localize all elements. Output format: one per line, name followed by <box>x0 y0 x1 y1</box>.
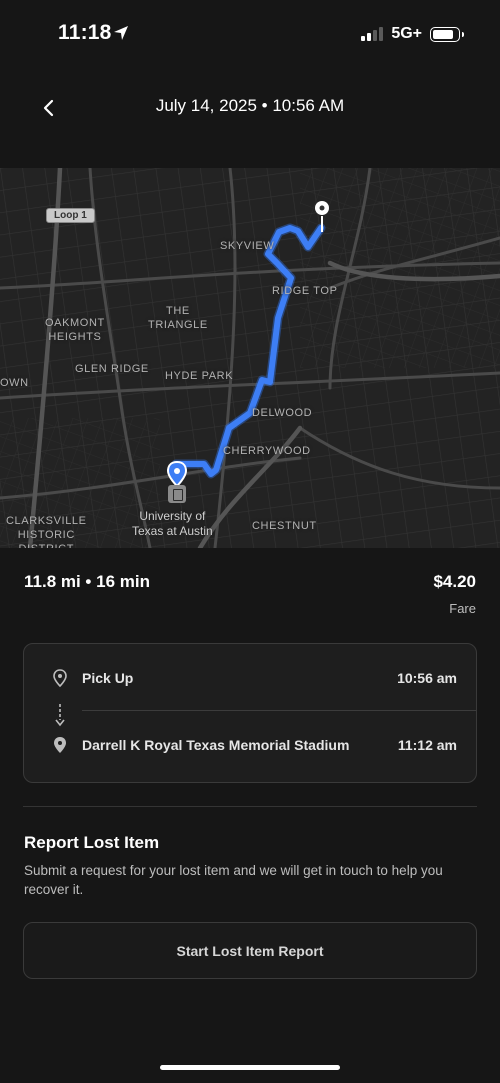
card-divider <box>82 710 476 711</box>
pickup-stop: Pick Up 10:56 am <box>24 661 476 695</box>
header: July 14, 2025 • 10:56 AM <box>0 88 500 128</box>
map-poi-university: University of Texas at Austin <box>132 509 213 538</box>
destination-pin-icon <box>54 737 66 753</box>
map-label-hydepark: HYDE PARK <box>165 370 234 382</box>
highway-badge: Loop 1 <box>46 208 95 223</box>
battery-icon <box>430 26 464 42</box>
fare-label: Fare <box>449 601 476 616</box>
route-map[interactable]: Loop 1 SKYVIEW RIDGE TOP OAKMONT HEIGHTS… <box>0 168 500 548</box>
route-connector-icon <box>55 704 65 727</box>
dropoff-time: 11:12 am <box>397 737 457 753</box>
trip-distance-duration: 11.8 mi • 16 min <box>24 572 150 591</box>
page-title: July 14, 2025 • 10:56 AM <box>155 96 345 115</box>
map-canvas <box>0 168 500 548</box>
status-bar: 11:18 5G+ <box>0 0 500 70</box>
map-label-chestnut: CHESTNUT <box>252 520 317 532</box>
fare-amount: $4.20 <box>433 572 476 591</box>
origin-pin-icon <box>53 669 67 688</box>
status-indicators: 5G+ <box>361 24 464 44</box>
map-label-glenridge: GLEN RIDGE <box>75 363 149 375</box>
map-label-own: OWN <box>0 377 29 389</box>
section-divider <box>23 806 477 807</box>
dropoff-stop: Darrell K Royal Texas Memorial Stadium 1… <box>24 728 476 762</box>
stadium-poi-icon <box>168 485 186 503</box>
start-lost-item-report-button[interactable]: Start Lost Item Report <box>23 922 477 979</box>
lost-item-title: Report Lost Item <box>24 833 160 852</box>
network-type: 5G+ <box>391 25 422 42</box>
pickup-label: Pick Up <box>82 670 134 686</box>
trip-stops-card: Pick Up 10:56 am Darrell K Royal Texas M… <box>23 643 477 783</box>
pickup-time: 10:56 am <box>397 670 457 686</box>
map-label-oakmont: OAKMONT HEIGHTS <box>45 317 105 343</box>
map-label-triangle: THE TRIANGLE <box>148 305 208 331</box>
signal-icon <box>361 27 384 41</box>
map-label-clarksville: CLARKSVILLE HISTORIC DISTRICT <box>6 515 87 548</box>
home-indicator[interactable] <box>160 1065 340 1070</box>
map-label-ridgetop: RIDGE TOP <box>272 285 338 297</box>
map-label-delwood: DELWOOD <box>252 407 313 419</box>
map-label-skyview: SKYVIEW <box>220 240 275 252</box>
map-label-cherrywood: CHERRYWOOD <box>223 445 311 457</box>
location-arrow-icon <box>114 26 128 40</box>
dropoff-label: Darrell K Royal Texas Memorial Stadium <box>82 737 350 753</box>
lost-item-description: Submit a request for your lost item and … <box>24 863 443 897</box>
status-time: 11:18 <box>58 21 112 44</box>
